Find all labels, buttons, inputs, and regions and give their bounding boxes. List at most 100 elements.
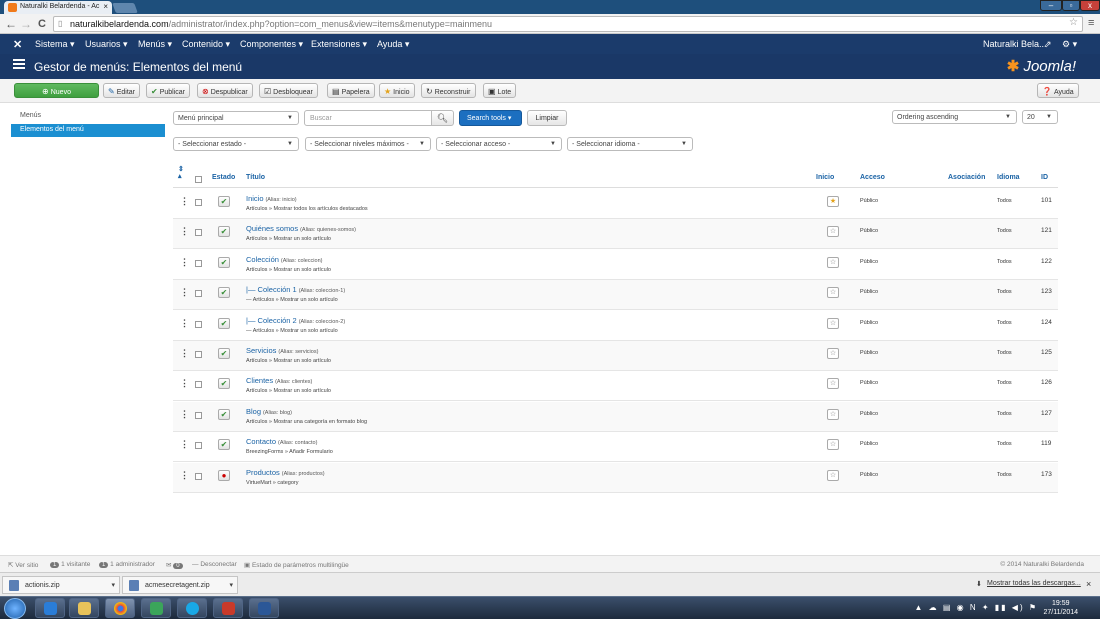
- language-filter[interactable]: - Seleccionar idioma - ▼: [567, 137, 693, 151]
- menu-menus[interactable]: Menús ▾: [138, 39, 172, 50]
- row-checkbox[interactable]: [195, 290, 202, 298]
- search-tools-button[interactable]: Search tools ▾: [459, 110, 522, 126]
- batch-button[interactable]: ▣ Lote: [483, 83, 517, 98]
- external-link-icon[interactable]: ⇗: [1044, 39, 1052, 50]
- row-checkbox[interactable]: [195, 259, 202, 267]
- edit-button[interactable]: ✎ Editar: [103, 83, 140, 98]
- menu-extensiones[interactable]: Extensiones ▾: [311, 39, 367, 50]
- clock[interactable]: 19:59 27/11/2014: [1043, 599, 1078, 617]
- menu-ayuda[interactable]: Ayuda ▾: [377, 39, 409, 50]
- minimize-button[interactable]: –: [1040, 0, 1062, 11]
- row-checkbox[interactable]: [195, 442, 202, 450]
- home-star-icon[interactable]: ☆: [827, 256, 839, 268]
- download-item[interactable]: actionis.zip ▾: [2, 576, 120, 594]
- clear-button[interactable]: Limpiar: [527, 110, 567, 126]
- help-button[interactable]: ❓ Ayuda: [1037, 83, 1079, 98]
- row-checkbox[interactable]: [195, 199, 202, 206]
- home-button[interactable]: ★ Inicio: [379, 83, 415, 98]
- search-button[interactable]: 🔍︎: [432, 110, 454, 126]
- published-check-icon[interactable]: ✔: [218, 256, 230, 268]
- view-site-link[interactable]: ⇱ Ver sitio: [8, 561, 38, 569]
- menu-item-link[interactable]: Colección: [246, 255, 279, 264]
- menu-item-link[interactable]: |— Colección 2: [246, 316, 297, 325]
- limit-select[interactable]: 20 ▼: [1022, 110, 1058, 124]
- rebuild-button[interactable]: ↻ Reconstruir: [421, 83, 476, 98]
- home-star-icon[interactable]: ☆: [827, 287, 839, 299]
- home-star-icon[interactable]: ☆: [827, 317, 839, 329]
- network-taskbar-icon[interactable]: [141, 598, 171, 618]
- publish-button[interactable]: ✔ Publicar: [146, 83, 190, 98]
- column-estado[interactable]: Estado: [212, 174, 235, 181]
- drag-handle-icon[interactable]: ⋮: [180, 226, 189, 237]
- ordering-select[interactable]: Ordering ascending ▼: [892, 110, 1017, 124]
- sidebar-item-menu-items[interactable]: Elementos del menú: [11, 124, 165, 137]
- published-check-icon[interactable]: ✔: [218, 196, 230, 207]
- explorer-taskbar-icon[interactable]: [69, 598, 99, 618]
- skype-taskbar-icon[interactable]: [177, 598, 207, 618]
- reload-icon[interactable]: C: [38, 18, 46, 30]
- published-check-icon[interactable]: ✔: [218, 287, 230, 299]
- menu-item-link[interactable]: Productos: [246, 468, 280, 477]
- menu-select[interactable]: Menú principal ▼: [173, 111, 299, 125]
- multilang-status[interactable]: ▣ Estado de parámetros multilingüe: [244, 561, 349, 569]
- home-star-icon[interactable]: ☆: [827, 469, 839, 481]
- joomla-icon[interactable]: ✕: [13, 38, 22, 51]
- level-filter[interactable]: - Seleccionar niveles máximos - ▼: [305, 137, 431, 151]
- forward-icon[interactable]: →: [20, 17, 32, 31]
- home-star-icon[interactable]: ☆: [827, 348, 839, 359]
- drag-handle-icon[interactable]: ⋮: [180, 470, 189, 481]
- maximize-button[interactable]: ▫: [1062, 0, 1080, 11]
- column-asociacion[interactable]: Asociación: [948, 174, 985, 181]
- close-downloads-icon[interactable]: ×: [1086, 579, 1091, 589]
- drag-handle-icon[interactable]: ⋮: [180, 348, 189, 359]
- drag-handle-icon[interactable]: ⋮: [180, 287, 189, 298]
- row-checkbox[interactable]: [195, 229, 202, 237]
- column-inicio[interactable]: Inicio: [816, 174, 834, 181]
- column-id[interactable]: ID: [1041, 174, 1048, 181]
- row-checkbox[interactable]: [195, 381, 202, 389]
- drag-handle-icon[interactable]: ⋮: [180, 378, 189, 389]
- home-star-icon[interactable]: ☆: [827, 408, 839, 420]
- drag-handle-icon[interactable]: ⋮: [180, 318, 189, 329]
- gear-icon[interactable]: ⚙ ▾: [1062, 39, 1077, 50]
- access-filter[interactable]: - Seleccionar acceso - ▼: [436, 137, 562, 151]
- filezilla-taskbar-icon[interactable]: [213, 598, 243, 618]
- download-item[interactable]: acmesecretagent.zip ▾: [122, 576, 238, 594]
- drag-handle-icon[interactable]: ⋮: [180, 257, 189, 268]
- menu-item-link[interactable]: Clientes: [246, 376, 273, 385]
- menu-componentes[interactable]: Componentes ▾: [240, 39, 303, 50]
- row-checkbox[interactable]: [195, 320, 202, 328]
- chevron-down-icon[interactable]: ▾: [229, 581, 233, 589]
- published-check-icon[interactable]: ✔: [218, 408, 230, 420]
- drag-handle-icon[interactable]: ⋮: [180, 196, 189, 207]
- row-checkbox[interactable]: [195, 472, 202, 480]
- published-check-icon[interactable]: ✔: [218, 348, 230, 359]
- menu-item-link[interactable]: Servicios: [246, 346, 276, 355]
- close-window-button[interactable]: x: [1080, 0, 1100, 11]
- row-checkbox[interactable]: [195, 351, 202, 358]
- close-tab-icon[interactable]: ×: [103, 2, 108, 11]
- search-input[interactable]: Buscar: [304, 110, 432, 126]
- menu-sistema[interactable]: Sistema ▾: [35, 39, 75, 50]
- back-icon[interactable]: ←: [5, 17, 17, 31]
- start-button[interactable]: [4, 598, 26, 619]
- menu-usuarios[interactable]: Usuarios ▾: [85, 39, 128, 50]
- user-menu[interactable]: Naturalki Bela...: [983, 39, 1047, 49]
- chrome-taskbar-icon[interactable]: [105, 598, 135, 618]
- sidebar-item-menus[interactable]: Menús: [20, 112, 41, 119]
- status-filter[interactable]: - Seleccionar estado - ▼: [173, 137, 299, 151]
- new-tab-button[interactable]: [112, 3, 138, 13]
- url-input[interactable]: ▯ naturalkibelardenda.com/administrator/…: [53, 16, 1083, 32]
- logout-link[interactable]: — Desconectar: [192, 561, 237, 568]
- bookmark-star-icon[interactable]: ☆: [1069, 17, 1078, 28]
- word-taskbar-icon[interactable]: [249, 598, 279, 618]
- drag-handle-icon[interactable]: ⋮: [180, 409, 189, 420]
- new-button[interactable]: ⊕ Nuevo: [14, 83, 99, 98]
- column-acceso[interactable]: Acceso: [860, 174, 885, 181]
- home-star-icon[interactable]: ☆: [827, 378, 839, 390]
- home-star-icon[interactable]: ☆: [827, 226, 839, 238]
- drag-handle-icon[interactable]: ⋮: [180, 439, 189, 450]
- messages-count[interactable]: ✉ 0: [166, 561, 183, 569]
- column-idioma[interactable]: Idioma: [997, 174, 1020, 181]
- unpublish-button[interactable]: ⊗ Despublicar: [197, 83, 253, 98]
